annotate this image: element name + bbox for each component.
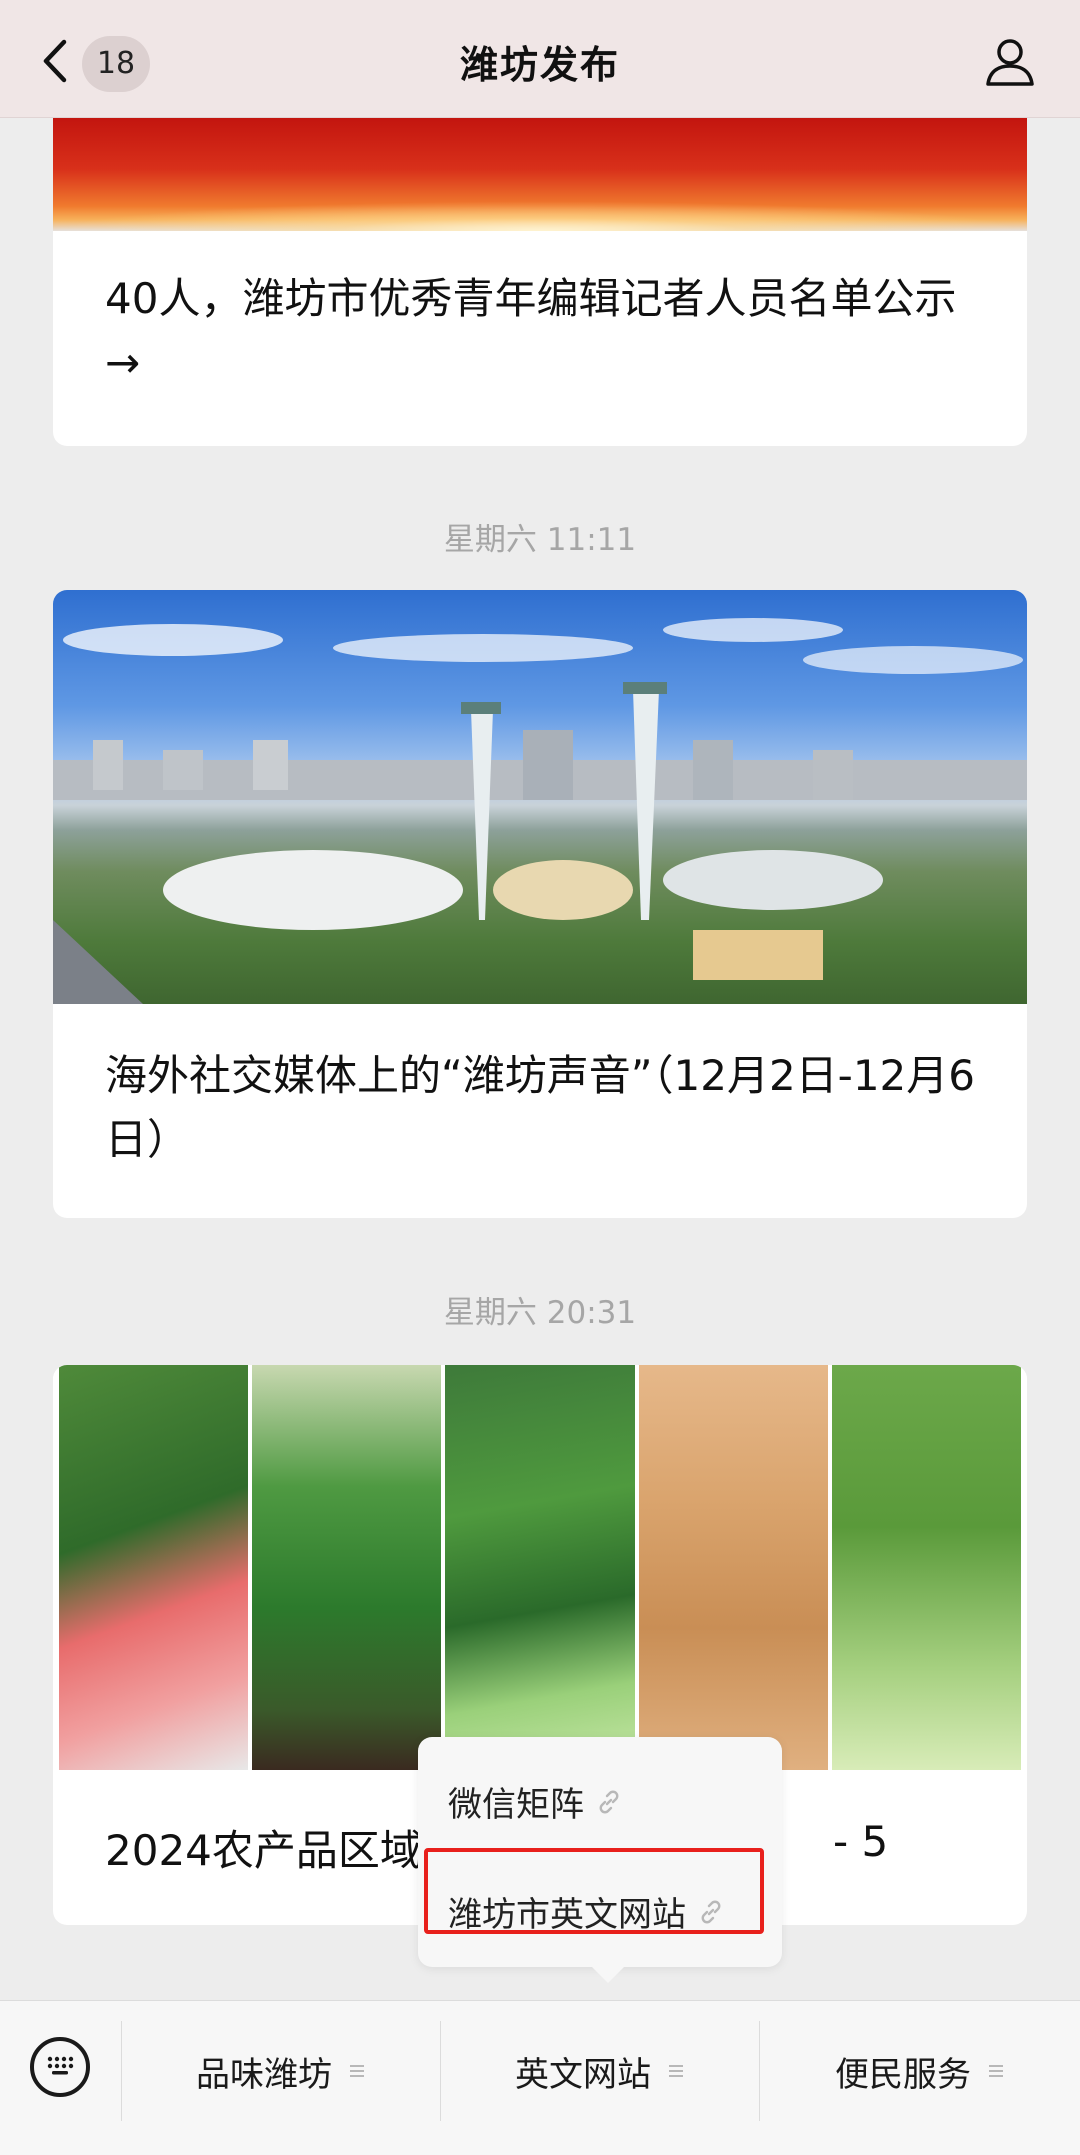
menu-lines-icon [669, 2065, 683, 2077]
article-cover-image [53, 118, 1027, 231]
header-bar: 18 潍坊发布 [0, 0, 1080, 118]
menu-item-label: 便民服务 [835, 2054, 971, 2095]
keyboard-icon [47, 2056, 74, 2075]
article-cover-image [53, 1365, 1027, 1775]
timestamp-label: 星期六 11:11 [443, 522, 637, 558]
link-icon [599, 1790, 619, 1813]
radish-image [445, 1365, 635, 1770]
bottom-menu-bar: 品味潍坊 英文网站 便民服务 [0, 2000, 1080, 2155]
menu-item-label: 品味潍坊 [196, 2054, 332, 2095]
article-title-tail: - 5 [833, 1817, 889, 1866]
menu-item-english-website[interactable]: 英文网站 [441, 2041, 759, 2101]
article-title: 40人，潍坊市优秀青年编辑记者人员名单公示→ [105, 274, 957, 387]
submenu-popup: 微信矩阵 潍坊市英文网站 [418, 1737, 782, 1983]
city-skyline-icon [53, 618, 1027, 1004]
profile-icon[interactable] [984, 36, 1036, 88]
submenu-item-wechat-matrix[interactable]: 微信矩阵 [448, 1777, 622, 1826]
article-cover-image [53, 590, 1027, 1004]
menu-lines-icon [350, 2065, 364, 2077]
submenu-item-english-website[interactable]: 潍坊市英文网站 [448, 1887, 724, 1936]
keyboard-toggle-button[interactable] [30, 2037, 90, 2097]
submenu-item-label: 微信矩阵 [448, 1785, 584, 1825]
ginger-image [638, 1365, 828, 1770]
menu-item-taste-weifang[interactable]: 品味潍坊 [122, 2041, 440, 2101]
link-icon [701, 1900, 721, 1923]
article-card[interactable]: 海外社交媒体上的“潍坊声音”（12月2日-12月6日） [53, 590, 1027, 1218]
menu-item-public-services[interactable]: 便民服务 [760, 2041, 1080, 2101]
watermelon-image [59, 1365, 249, 1770]
article-card[interactable]: 40人，潍坊市优秀青年编辑记者人员名单公示→ [53, 118, 1027, 446]
celery-image [831, 1365, 1022, 1770]
submenu-item-label: 潍坊市英文网站 [448, 1895, 686, 1935]
menu-lines-icon [989, 2065, 1003, 2077]
wechat-official-account-page: 18 潍坊发布 40人，潍坊市优秀青年编辑记者人员名单公示→ 星期六 11:11 [0, 0, 1080, 2155]
page-title: 潍坊发布 [459, 43, 620, 87]
menu-item-label: 英文网站 [515, 2054, 651, 2095]
article-title: 海外社交媒体上的“潍坊声音”（12月2日-12月6日） [105, 1051, 976, 1164]
scallion-image [252, 1365, 442, 1770]
timestamp-label: 星期六 20:31 [443, 1295, 637, 1331]
